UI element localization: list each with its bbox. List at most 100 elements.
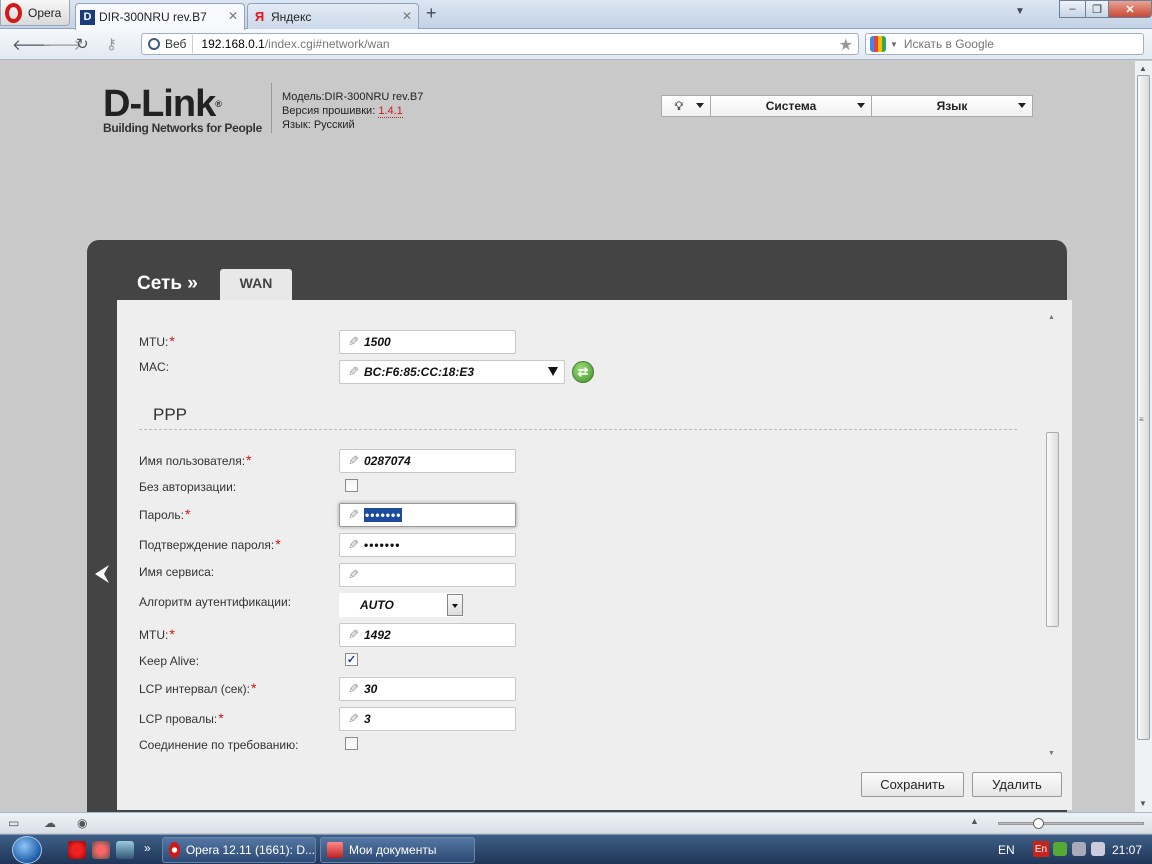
model-label: Модель: xyxy=(282,91,325,103)
tab-list-chevron-down-icon[interactable]: ▼ xyxy=(1015,6,1025,17)
zoom-slider-knob[interactable] xyxy=(1033,818,1044,829)
keep-alive-checkbox[interactable]: ✓ xyxy=(345,653,358,666)
lcp-interval-value: 30 xyxy=(364,682,378,696)
network-icon[interactable] xyxy=(1072,842,1086,856)
on-demand-row: Соединение по требованию: xyxy=(139,736,1039,762)
on-demand-checkbox[interactable] xyxy=(345,737,358,750)
scroll-up-icon[interactable]: ▲ xyxy=(1048,314,1055,321)
mtu-input[interactable]: ✎ 1500 xyxy=(339,330,516,354)
mtu-label: MTU:* xyxy=(139,333,175,349)
taskbar-item-label: Мои документы xyxy=(349,843,437,857)
opera-menu-button[interactable]: Opera xyxy=(0,0,70,26)
minimize-button[interactable]: ‒ xyxy=(1059,0,1086,18)
scroll-down-icon[interactable]: ▼ xyxy=(1048,750,1055,757)
mtu-row: MTU:* ✎ 1500 xyxy=(139,330,1039,357)
ppp-mtu-label: MTU:* xyxy=(139,626,175,642)
scroll-down-icon[interactable]: ▼ xyxy=(1139,799,1147,808)
unite-icon[interactable]: ◉ xyxy=(77,816,93,830)
zoom-slider[interactable] xyxy=(998,818,1144,829)
close-icon[interactable]: ✕ xyxy=(402,9,412,23)
lcp-fails-input[interactable]: ✎ 3 xyxy=(339,707,516,731)
search-input[interactable] xyxy=(903,37,1134,51)
chevron-down-icon[interactable] xyxy=(447,594,463,616)
lcp-interval-input[interactable]: ✎ 30 xyxy=(339,677,516,701)
tab-wan[interactable]: WAN xyxy=(220,269,292,301)
no-auth-checkbox[interactable] xyxy=(345,479,358,492)
panel-toggle-icon[interactable]: ▭ xyxy=(8,816,24,830)
form-scrollbar-thumb[interactable] xyxy=(1046,432,1059,627)
zoom-up-icon[interactable]: ▲ xyxy=(970,816,986,830)
page-scrollbar[interactable]: ▲ ≡ ▼ xyxy=(1134,61,1152,812)
opera-quicklaunch-icon[interactable] xyxy=(68,841,86,859)
password-confirm-input[interactable]: ✎ ••••••• xyxy=(339,533,516,557)
tips-menu[interactable]: 💡︎ xyxy=(662,96,711,116)
yandex-icon: Я xyxy=(254,9,265,24)
auth-algorithm-select[interactable]: AUTO xyxy=(339,593,463,617)
breadcrumb[interactable]: Сеть » xyxy=(137,273,198,295)
cloud-icon[interactable]: ☁ xyxy=(44,816,60,830)
back-chevron-icon[interactable] xyxy=(93,563,111,585)
google-icon[interactable] xyxy=(870,36,886,52)
close-icon[interactable]: ✕ xyxy=(228,9,238,23)
tab-label: Яндекс xyxy=(271,9,312,24)
reload-icon[interactable]: ↻ xyxy=(76,35,89,53)
tab-dir300[interactable]: D DIR-300NRU rev.B7 ✕ xyxy=(75,3,245,30)
chevron-down-icon[interactable] xyxy=(548,367,558,376)
password-input[interactable]: ✎ ••••••• xyxy=(339,503,516,527)
quicklaunch-more-icon[interactable]: » xyxy=(144,841,151,855)
username-input[interactable]: ✎ 0287074 xyxy=(339,449,516,473)
chevron-down-icon xyxy=(857,103,865,108)
lcp-fails-value: 3 xyxy=(364,712,371,726)
delete-button[interactable]: Удалить xyxy=(972,772,1062,797)
form-scrollbar[interactable]: ▲ ▼ xyxy=(1045,312,1060,764)
bookmark-star-icon[interactable]: ★ xyxy=(839,35,853,55)
firmware-version-link[interactable]: 1.4.1 xyxy=(378,105,403,118)
taskbar-item-documents[interactable]: Мои документы xyxy=(320,837,475,863)
keep-alive-row: Keep Alive: ✓ xyxy=(139,652,1039,678)
system-menu[interactable]: Система xyxy=(711,96,872,116)
save-button[interactable]: Сохранить xyxy=(861,772,964,797)
lcp-interval-label: LCP интервал (сек):* xyxy=(139,680,257,696)
navigation-bar: 🡐 🡒 ↻ ⚷ Веб 192.168.0.1/index.cgi#networ… xyxy=(0,29,1152,60)
no-auth-row: Без авторизации: xyxy=(139,478,1039,504)
desktop-quicklaunch-icon[interactable] xyxy=(116,841,134,859)
ppp-mtu-value: 1492 xyxy=(364,628,391,642)
folder-icon xyxy=(327,842,343,858)
ppp-section-title: PPP xyxy=(153,405,188,424)
dlink-logo: D-Link® Building Networks for People xyxy=(103,85,262,135)
scroll-up-icon[interactable]: ▲ xyxy=(1139,64,1147,73)
dlink-icon: D xyxy=(80,9,95,25)
taskbar-item-opera[interactable]: Opera 12.11 (1661): D... xyxy=(162,837,316,863)
clone-mac-refresh-icon[interactable]: ⇄ xyxy=(572,361,594,383)
service-name-input[interactable]: ✎ xyxy=(339,563,516,587)
tab-yandex[interactable]: Я Яндекс ✕ xyxy=(247,3,419,29)
search-box[interactable]: ▼ xyxy=(865,33,1144,55)
mac-select[interactable]: ✎ BC:F6:85:CC:18:E3 xyxy=(339,360,565,384)
top-menu: 💡︎ Система Язык xyxy=(661,95,1033,117)
keyboard-layout-icon[interactable]: En xyxy=(1033,841,1049,857)
url-text: 192.168.0.1/index.cgi#network/wan xyxy=(201,37,389,51)
window-close-button[interactable]: ✕ xyxy=(1108,0,1152,18)
antivirus-icon[interactable] xyxy=(1053,842,1067,856)
url-host: 192.168.0.1 xyxy=(201,37,265,51)
restore-button[interactable]: ❐ xyxy=(1085,0,1109,18)
search-engine-chevron-down-icon[interactable]: ▼ xyxy=(890,40,898,49)
pencil-icon: ✎ xyxy=(348,507,359,522)
volume-icon[interactable] xyxy=(1091,842,1105,856)
service-name-label: Имя сервиса: xyxy=(139,565,215,579)
taskbar: » Opera 12.11 (1661): D... Мои документы… xyxy=(0,834,1152,864)
clock[interactable]: 21:07 xyxy=(1112,843,1142,857)
key-icon[interactable]: ⚷ xyxy=(106,35,117,53)
page-scrollbar-thumb[interactable]: ≡ xyxy=(1137,75,1150,740)
app-quicklaunch-icon[interactable] xyxy=(92,841,110,859)
language-menu-label: Язык xyxy=(936,99,968,113)
language-menu[interactable]: Язык xyxy=(872,96,1032,116)
address-field[interactable]: Веб 192.168.0.1/index.cgi#network/wan ★ xyxy=(141,33,859,55)
auth-algorithm-value: AUTO xyxy=(360,598,394,612)
new-tab-plus-icon[interactable]: + xyxy=(426,4,442,23)
site-info-badge[interactable]: Веб xyxy=(144,35,194,53)
ppp-mtu-input[interactable]: ✎ 1492 xyxy=(339,623,516,647)
input-language[interactable]: EN xyxy=(998,843,1015,857)
model-value: DIR-300NRU rev.B7 xyxy=(324,91,424,103)
start-button[interactable] xyxy=(12,836,42,864)
